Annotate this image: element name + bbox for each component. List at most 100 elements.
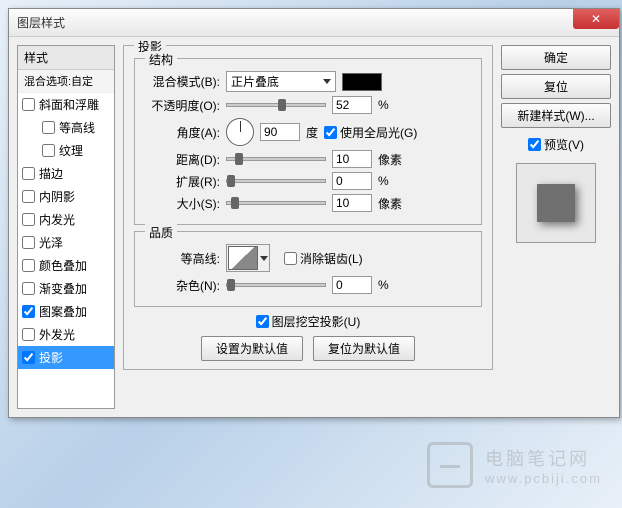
opacity-input[interactable] — [332, 96, 372, 114]
cancel-button[interactable]: 复位 — [501, 74, 611, 99]
blend-mode-row: 混合模式(B): 正片叠底 — [145, 71, 471, 92]
style-label: 外发光 — [39, 326, 75, 343]
shadow-fieldset: 投影 结构 混合模式(B): 正片叠底 不透明度(O): — [123, 45, 493, 370]
size-label: 大小(S): — [145, 195, 220, 212]
size-unit: 像素 — [378, 195, 402, 212]
style-label: 描边 — [39, 165, 63, 182]
style-checkbox[interactable] — [22, 328, 35, 341]
spread-unit: % — [378, 174, 389, 188]
angle-row: 角度(A): 度 使用全局光(G) — [145, 118, 471, 146]
opacity-row: 不透明度(O): % — [145, 96, 471, 114]
watermark: 电脑笔记网 www.pcbiji.com — [427, 442, 602, 488]
style-item[interactable]: 光泽 — [18, 231, 114, 254]
main-panel: 投影 结构 混合模式(B): 正片叠底 不透明度(O): — [123, 45, 493, 409]
style-checkbox[interactable] — [22, 351, 35, 364]
reset-default-button[interactable]: 复位为默认值 — [313, 336, 415, 361]
titlebar[interactable]: 图层样式 ✕ — [9, 9, 619, 37]
contour-row: 等高线: 消除锯齿(L) — [145, 244, 471, 272]
preview-checkbox[interactable]: 预览(V) — [501, 136, 611, 153]
style-label: 等高线 — [59, 119, 95, 136]
noise-slider[interactable] — [226, 283, 326, 287]
make-default-button[interactable]: 设置为默认值 — [201, 336, 303, 361]
styles-panel: 样式 混合选项:自定 斜面和浮雕等高线纹理描边内阴影内发光光泽颜色叠加渐变叠加图… — [17, 45, 115, 409]
style-label: 内阴影 — [39, 188, 75, 205]
quality-fieldset: 品质 等高线: 消除锯齿(L) 杂色(N): — [134, 231, 482, 307]
style-checkbox[interactable] — [22, 282, 35, 295]
style-checkbox[interactable] — [22, 213, 35, 226]
noise-unit: % — [378, 278, 389, 292]
angle-label: 角度(A): — [145, 124, 220, 141]
angle-unit: 度 — [306, 124, 318, 141]
style-item[interactable]: 内发光 — [18, 208, 114, 231]
angle-input[interactable] — [260, 123, 300, 141]
quality-title: 品质 — [145, 224, 177, 241]
size-input[interactable] — [332, 194, 372, 212]
structure-fieldset: 结构 混合模式(B): 正片叠底 不透明度(O): % — [134, 58, 482, 225]
dropdown-icon — [323, 79, 331, 84]
shadow-color-swatch[interactable] — [342, 73, 382, 91]
style-checkbox[interactable] — [42, 144, 55, 157]
noise-input[interactable] — [332, 276, 372, 294]
blending-options-item[interactable]: 混合选项:自定 — [18, 70, 114, 93]
style-checkbox[interactable] — [42, 121, 55, 134]
distance-unit: 像素 — [378, 151, 402, 168]
noise-row: 杂色(N): % — [145, 276, 471, 294]
opacity-label: 不透明度(O): — [145, 97, 220, 114]
ok-button[interactable]: 确定 — [501, 45, 611, 70]
style-item[interactable]: 内阴影 — [18, 185, 114, 208]
distance-row: 距离(D): 像素 — [145, 150, 471, 168]
spread-slider[interactable] — [226, 179, 326, 183]
style-item[interactable]: 纹理 — [18, 139, 114, 162]
knockout-row: 图层挖空投影(U) — [134, 313, 482, 330]
dropdown-icon — [260, 256, 268, 261]
global-light-checkbox[interactable]: 使用全局光(G) — [324, 124, 417, 141]
preview-swatch — [537, 184, 575, 222]
distance-label: 距离(D): — [145, 151, 220, 168]
style-label: 斜面和浮雕 — [39, 96, 99, 113]
blend-mode-select[interactable]: 正片叠底 — [226, 71, 336, 92]
style-item[interactable]: 投影 — [18, 346, 114, 369]
style-checkbox[interactable] — [22, 305, 35, 318]
opacity-slider[interactable] — [226, 103, 326, 107]
new-style-button[interactable]: 新建样式(W)... — [501, 103, 611, 128]
style-label: 颜色叠加 — [39, 257, 87, 274]
contour-preview-icon — [228, 246, 258, 270]
style-label: 渐变叠加 — [39, 280, 87, 297]
contour-label: 等高线: — [145, 250, 220, 267]
blend-mode-label: 混合模式(B): — [145, 73, 220, 90]
close-button[interactable]: ✕ — [573, 9, 619, 29]
style-item[interactable]: 等高线 — [18, 116, 114, 139]
spread-row: 扩展(R): % — [145, 172, 471, 190]
style-label: 纹理 — [59, 142, 83, 159]
style-item[interactable]: 渐变叠加 — [18, 277, 114, 300]
contour-picker[interactable] — [226, 244, 270, 272]
style-label: 投影 — [39, 349, 63, 366]
style-label: 图案叠加 — [39, 303, 87, 320]
style-checkbox[interactable] — [22, 98, 35, 111]
style-checkbox[interactable] — [22, 190, 35, 203]
distance-slider[interactable] — [226, 157, 326, 161]
style-item[interactable]: 斜面和浮雕 — [18, 93, 114, 116]
antialias-checkbox[interactable]: 消除锯齿(L) — [284, 250, 363, 267]
styles-header: 样式 — [18, 46, 114, 70]
style-checkbox[interactable] — [22, 259, 35, 272]
style-item[interactable]: 图案叠加 — [18, 300, 114, 323]
opacity-unit: % — [378, 98, 389, 112]
style-item[interactable]: 外发光 — [18, 323, 114, 346]
structure-title: 结构 — [145, 51, 177, 68]
spread-label: 扩展(R): — [145, 173, 220, 190]
knockout-checkbox[interactable]: 图层挖空投影(U) — [256, 313, 361, 330]
layer-style-dialog: 图层样式 ✕ 样式 混合选项:自定 斜面和浮雕等高线纹理描边内阴影内发光光泽颜色… — [8, 8, 620, 418]
close-icon: ✕ — [591, 12, 601, 26]
style-checkbox[interactable] — [22, 167, 35, 180]
angle-dial[interactable] — [226, 118, 254, 146]
distance-input[interactable] — [332, 150, 372, 168]
dialog-content: 样式 混合选项:自定 斜面和浮雕等高线纹理描边内阴影内发光光泽颜色叠加渐变叠加图… — [9, 37, 619, 417]
style-checkbox[interactable] — [22, 236, 35, 249]
right-panel: 确定 复位 新建样式(W)... 预览(V) — [501, 45, 611, 409]
style-item[interactable]: 颜色叠加 — [18, 254, 114, 277]
spread-input[interactable] — [332, 172, 372, 190]
style-label: 内发光 — [39, 211, 75, 228]
style-item[interactable]: 描边 — [18, 162, 114, 185]
size-slider[interactable] — [226, 201, 326, 205]
